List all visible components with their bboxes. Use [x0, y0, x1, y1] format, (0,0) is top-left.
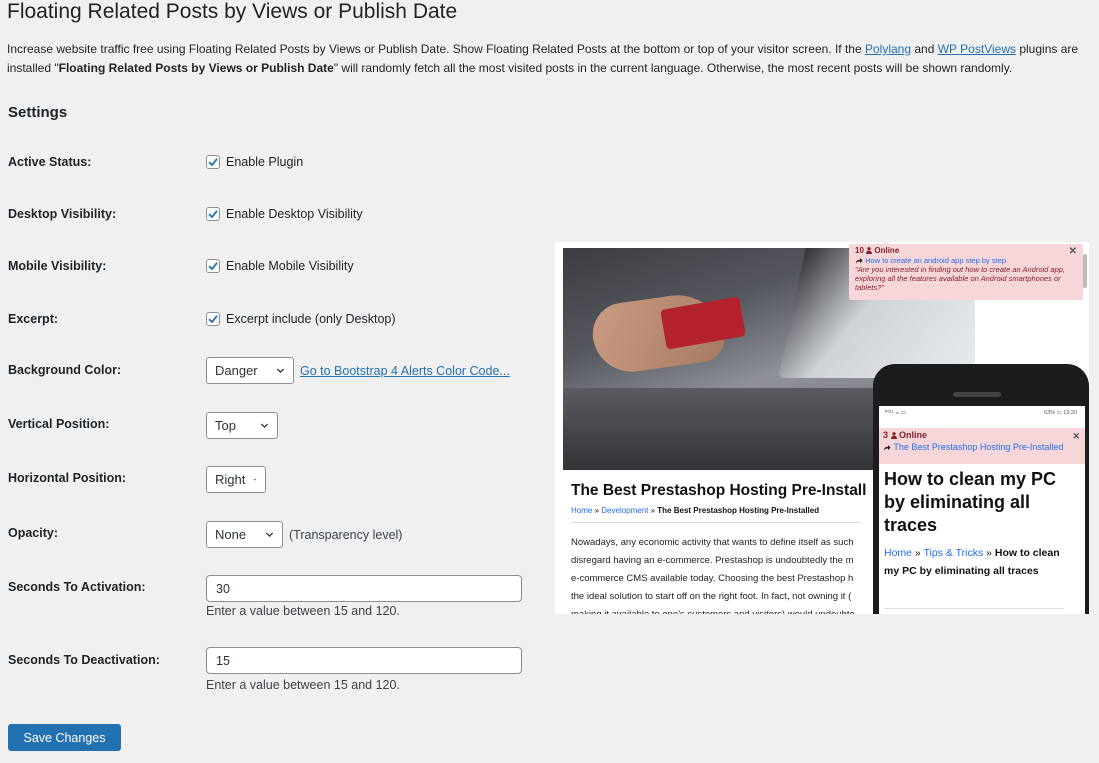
opacity-note: (Transparency level) — [289, 527, 403, 542]
wp-postviews-link[interactable]: WP PostViews — [938, 42, 1016, 56]
seconds-activation-hint: Enter a value between 15 and 120. — [206, 604, 400, 618]
share-arrow-icon — [884, 445, 891, 451]
desktop-visibility-label: Desktop Visibility: — [8, 207, 117, 221]
chevron-down-icon — [253, 478, 257, 481]
background-color-label: Background Color: — [8, 363, 122, 377]
opacity-field: None (Transparency level) — [206, 521, 402, 548]
phone-mockup: ᴿᴼᴸᴸ ₘ ▭ 63% ▭ 13:20 3 Online ✕ The Best … — [873, 364, 1089, 614]
enable-plugin-label[interactable]: Enable Plugin — [226, 155, 303, 169]
desktop-floating-notice: 10 Online ✕ How to create an android app… — [849, 244, 1083, 300]
seconds-activation-label: Seconds To Activation: — [8, 580, 146, 594]
phone-post-title: How to clean my PC by eliminating all tr… — [884, 469, 1057, 535]
excerpt-field[interactable]: Excerpt include (only Desktop) — [206, 312, 396, 326]
preview-post-title: The Best Prestashop Hosting Pre-Install — [571, 482, 867, 499]
checkmark-icon — [208, 315, 218, 324]
mobile-visibility-label: Mobile Visibility: — [8, 259, 107, 273]
preview-breadcrumb: Home » Development » The Best Prestashop… — [571, 506, 820, 515]
excerpt-checkbox-label[interactable]: Excerpt include (only Desktop) — [226, 312, 396, 326]
opacity-label: Opacity: — [8, 526, 59, 540]
chevron-down-icon — [260, 423, 269, 429]
checkmark-icon — [208, 158, 218, 167]
horizontal-position-field: Right — [206, 466, 266, 493]
horizontal-position-label: Horizontal Position: — [8, 471, 127, 485]
desktop-visibility-checkbox[interactable] — [206, 207, 220, 221]
horizontal-position-select[interactable]: Right — [206, 466, 266, 493]
enable-plugin-field[interactable]: Enable Plugin — [206, 155, 303, 169]
mobile-floating-notice: 3 Online ✕ The Best Prestashop Hosting P… — [879, 428, 1085, 464]
seconds-activation-input[interactable]: 30 — [206, 575, 522, 602]
enable-plugin-checkbox[interactable] — [206, 155, 220, 169]
save-changes-button[interactable]: Save Changes — [8, 724, 121, 751]
share-arrow-icon — [856, 258, 863, 264]
intro-text: Increase website traffic free using Floa… — [7, 42, 1079, 75]
settings-heading: Settings — [8, 104, 68, 121]
preview-scrollbar — [1083, 254, 1087, 288]
seconds-deactivation-hint: Enter a value between 15 and 120. — [206, 678, 400, 692]
chevron-down-icon — [276, 368, 285, 374]
phone-status-bar: ᴿᴼᴸᴸ ₘ ▭ 63% ▭ 13:20 — [885, 410, 1077, 416]
excerpt-checkbox[interactable] — [206, 312, 220, 326]
excerpt-label: Excerpt: — [8, 312, 59, 326]
seconds-deactivation-input[interactable]: 15 — [206, 647, 522, 674]
checkmark-icon — [208, 210, 218, 219]
preview-post-body: Nowadays, any economic activity that wan… — [571, 537, 855, 614]
page-title: Floating Related Posts by Views or Publi… — [7, 0, 458, 23]
checkmark-icon — [208, 262, 218, 271]
desktop-visibility-checkbox-label[interactable]: Enable Desktop Visibility — [226, 207, 363, 221]
vertical-position-select[interactable]: Top — [206, 412, 278, 439]
background-color-select[interactable]: Danger — [206, 357, 294, 384]
opacity-select[interactable]: None — [206, 521, 283, 548]
close-icon: ✕ — [1068, 246, 1077, 257]
bootstrap-alerts-link[interactable]: Go to Bootstrap 4 Alerts Color Code... — [300, 364, 510, 378]
seconds-deactivation-label: Seconds To Deactivation: — [8, 653, 160, 667]
vertical-position-field: Top — [206, 412, 278, 439]
mobile-visibility-field[interactable]: Enable Mobile Visibility — [206, 259, 354, 273]
mobile-visibility-checkbox-label[interactable]: Enable Mobile Visibility — [226, 259, 354, 273]
close-icon: ✕ — [1072, 431, 1080, 441]
preview-image: 10 Online ✕ How to create an android app… — [555, 242, 1089, 614]
polylang-link[interactable]: Polylang — [865, 42, 911, 56]
vertical-position-label: Vertical Position: — [8, 417, 110, 431]
phone-breadcrumb: Home » Tips & Tricks » How to clean my P… — [884, 547, 1060, 577]
mobile-visibility-checkbox[interactable] — [206, 259, 220, 273]
user-icon — [890, 432, 897, 439]
user-icon — [866, 247, 873, 254]
active-status-label: Active Status: — [8, 155, 92, 169]
chevron-down-icon — [265, 532, 274, 538]
desktop-visibility-field[interactable]: Enable Desktop Visibility — [206, 207, 363, 221]
background-color-field: Danger Go to Bootstrap 4 Alerts Color Co… — [206, 357, 510, 384]
